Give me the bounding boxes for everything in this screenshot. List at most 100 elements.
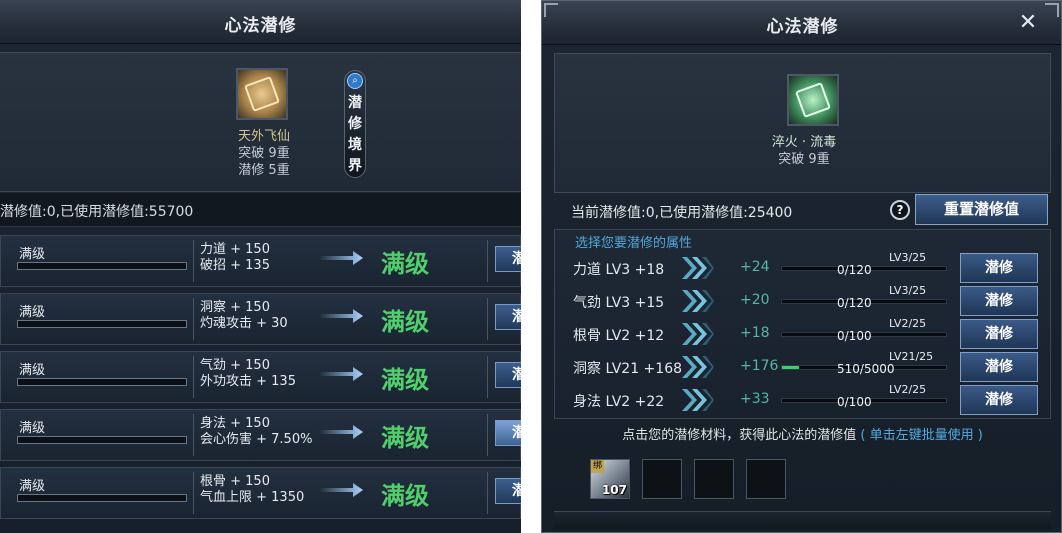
- material-hint-text: 点击您的潜修材料，获得此心法的潜修值: [622, 428, 857, 443]
- arrow-right-icon: [319, 483, 363, 497]
- attribute-list-hint: 选择您要潜修的属性: [575, 236, 693, 251]
- batch-use-link[interactable]: ( 单击左键批量使用 ): [860, 428, 982, 443]
- left-attribute-row: 满级 洞察 + 150灼魂攻击 + 30 满级 潜修: [0, 293, 521, 345]
- row-attribute-1: 根骨 + 150: [200, 474, 270, 489]
- left-attribute-row: 满级 力道 + 150破招 + 135 满级 潜修: [0, 235, 521, 287]
- row-attribute-2: 破招 + 135: [200, 258, 270, 273]
- material-hint: 点击您的潜修材料，获得此心法的潜修值 ( 单击左键批量使用 ): [542, 424, 1061, 443]
- material-slot-scroll[interactable]: 绑 107: [590, 459, 630, 499]
- cultivate-button[interactable]: 潜修: [960, 253, 1038, 283]
- right-attribute-row: 力道 LV3 +18 +24 LV3/25 0/120 潜修: [555, 251, 1052, 284]
- right-attribute-row: 气劲 LV3 +15 +20 LV3/25 0/120 潜修: [555, 284, 1052, 317]
- reset-cultivation-button[interactable]: 重置潜修值: [915, 194, 1048, 225]
- right-skill-hero: 淬火 · 流毒 突破 9重: [554, 53, 1051, 193]
- row-attributes: 身法 + 150 会心伤害 + 7.50%: [200, 416, 312, 448]
- arrow-right-icon: [319, 425, 363, 439]
- cultivate-button[interactable]: 潜修: [960, 352, 1038, 382]
- cultivate-button[interactable]: 潜修: [495, 478, 521, 504]
- row-divider: [193, 356, 194, 398]
- progress-text: 0/120: [837, 296, 872, 310]
- target-level: LV2/25: [889, 317, 927, 330]
- arrow-right-icon: [319, 251, 363, 265]
- cultivate-button[interactable]: 潜修: [495, 246, 521, 272]
- row-level-bar: [17, 262, 187, 270]
- row-attributes: 力道 + 150 破招 + 135: [200, 242, 270, 274]
- attribute-gain: +176: [740, 358, 779, 374]
- help-icon[interactable]: ?: [890, 200, 910, 220]
- cultivate-button[interactable]: 潜修: [495, 420, 521, 446]
- material-slot-empty[interactable]: [694, 459, 734, 499]
- row-level-bar: [17, 494, 187, 502]
- left-attribute-row: 满级 根骨 + 150气血上限 + 1350 满级 潜修: [0, 467, 521, 519]
- attribute-name: 力道 LV3 +18: [573, 262, 665, 278]
- right-skill-icon[interactable]: [787, 74, 839, 126]
- row-max-status: 满级: [381, 308, 429, 336]
- row-divider: [487, 240, 488, 282]
- attribute-list: 选择您要潜修的属性 力道 LV3 +18 +24 LV3/25 0/120 潜修气劲 L…: [554, 229, 1051, 419]
- right-skill-breakthrough: 突破 9重: [778, 152, 830, 167]
- double-chevron-right-icon: [682, 356, 714, 378]
- row-attribute-1: 力道 + 150: [200, 242, 270, 257]
- cultivate-button[interactable]: 潜修: [960, 286, 1038, 316]
- double-chevron-right-icon: [682, 389, 714, 411]
- bound-tag: 绑: [591, 460, 604, 473]
- left-skill-info: 天外飞仙 突破 9重 潜修 5重: [200, 128, 328, 179]
- row-divider: [487, 472, 488, 514]
- row-divider: [193, 240, 194, 282]
- row-level-label: 满级: [19, 305, 46, 320]
- row-max-status: 满级: [381, 424, 429, 452]
- attribute-name: 根骨 LV2 +12: [573, 328, 665, 344]
- row-divider: [193, 414, 194, 456]
- right-attribute-row: 洞察 LV21 +168 +176 LV21/25 510/5000 潜修: [555, 350, 1052, 383]
- cultivation-progress-fill: [782, 366, 799, 369]
- close-icon[interactable]: ✕: [1017, 12, 1039, 35]
- cultivate-button[interactable]: 潜修: [495, 304, 521, 330]
- target-level: LV2/25: [889, 383, 927, 396]
- cultivate-button[interactable]: 潜修: [495, 362, 521, 388]
- row-attribute-1: 身法 + 150: [200, 416, 270, 431]
- left-cultivation-value: 潜修值:0,已使用潜修值:55700: [0, 204, 194, 220]
- progress-text: 510/5000: [837, 362, 895, 376]
- double-chevron-right-icon: [682, 290, 714, 312]
- left-value-bar: 潜修值:0,已使用潜修值:55700: [0, 193, 521, 227]
- progress-text: 0/100: [837, 329, 872, 343]
- row-attribute-2: 气血上限 + 1350: [200, 490, 305, 505]
- row-attribute-1: 洞察 + 150: [200, 300, 270, 315]
- row-divider: [487, 414, 488, 456]
- attribute-gain: +33: [740, 391, 770, 407]
- right-attribute-row: 根骨 LV2 +12 +18 LV2/25 0/100 潜修: [555, 317, 1052, 350]
- target-level: LV3/25: [889, 251, 927, 264]
- right-panel-footer: [554, 511, 1051, 529]
- cultivate-button[interactable]: 潜修: [960, 385, 1038, 415]
- left-skill-name: 天外飞仙: [237, 129, 290, 144]
- right-skill-name: 淬火 · 流毒: [771, 135, 837, 150]
- right-attribute-row: 身法 LV2 +22 +33 LV2/25 0/100 潜修: [555, 383, 1052, 416]
- left-attribute-row: 满级 气劲 + 150外功攻击 + 135 满级 潜修: [0, 351, 521, 403]
- left-skill-cultivation: 潜修 5重: [238, 163, 290, 178]
- left-skill-icon[interactable]: [236, 68, 288, 120]
- row-max-status: 满级: [381, 250, 429, 278]
- row-attribute-2: 会心伤害 + 7.50%: [200, 432, 313, 447]
- row-level-bar: [17, 320, 187, 328]
- material-slots: 绑 107: [590, 459, 890, 503]
- cultivate-button[interactable]: 潜修: [960, 319, 1038, 349]
- row-divider: [193, 298, 194, 340]
- material-slot-empty[interactable]: [642, 459, 682, 499]
- right-cultivation-panel: 心法潜修 ✕ 淬火 · 流毒 突破 9重 当前潜修值:0,已使用潜修值:2540…: [541, 0, 1062, 533]
- row-attributes: 洞察 + 150 灼魂攻击 + 30: [200, 300, 288, 332]
- row-max-status: 满级: [381, 366, 429, 394]
- row-divider: [193, 472, 194, 514]
- progress-text: 0/100: [837, 395, 872, 409]
- row-attributes: 根骨 + 150 气血上限 + 1350: [200, 474, 304, 506]
- target-level: LV3/25: [889, 284, 927, 297]
- double-chevron-right-icon: [682, 257, 714, 279]
- row-level-bar: [17, 436, 187, 444]
- right-cultivation-value: 当前潜修值:0,已使用潜修值:25400: [571, 205, 793, 221]
- row-level-label: 满级: [19, 247, 46, 262]
- attribute-name: 气劲 LV3 +15: [573, 295, 665, 311]
- material-slot-empty[interactable]: [746, 459, 786, 499]
- attribute-name: 洞察 LV21 +168: [573, 361, 683, 377]
- right-skill-info: 淬火 · 流毒 突破 9重: [739, 134, 869, 168]
- cultivation-realm-button[interactable]: ⌕ 潜修境界: [344, 70, 366, 178]
- cultivation-realm-label: 潜修境界: [348, 95, 362, 174]
